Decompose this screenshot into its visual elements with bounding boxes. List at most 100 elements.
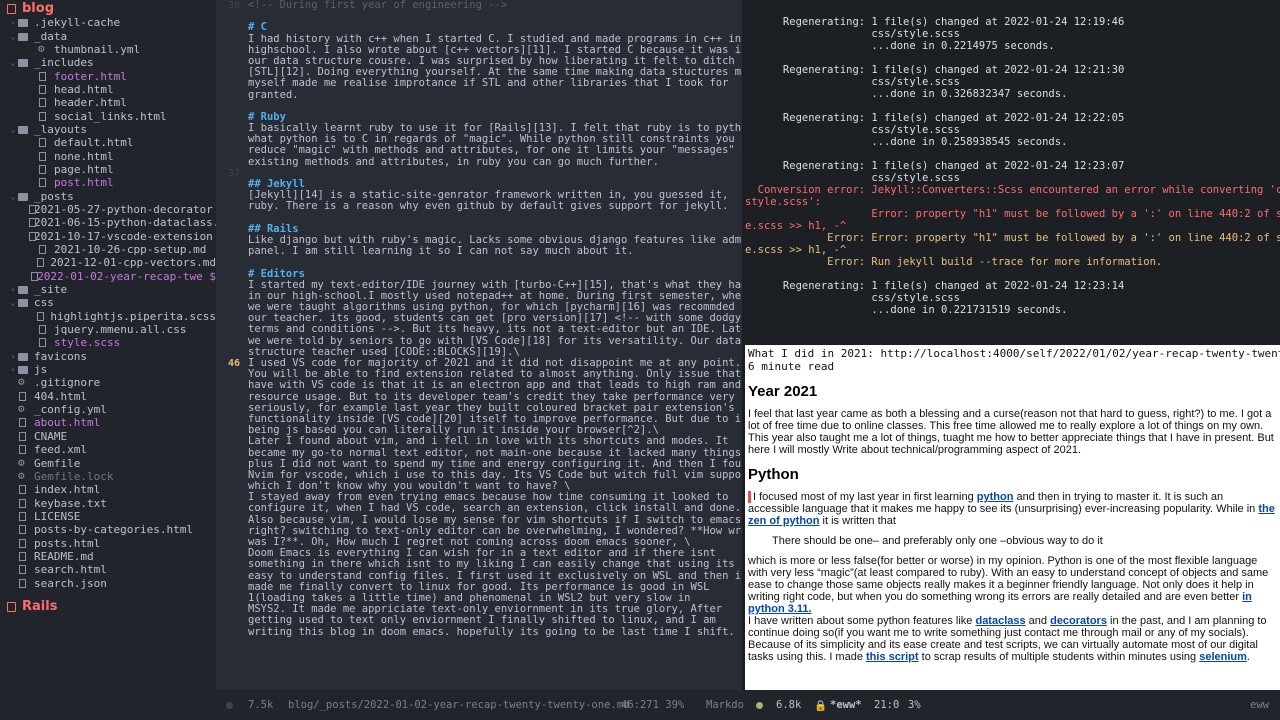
tree-file[interactable]: README.md (0, 550, 216, 563)
tree-folder[interactable]: › js (0, 363, 216, 376)
tree-file[interactable]: 2021-05-27-python-decorator $ (0, 203, 216, 216)
tree-item-label: posts-by-categories.html (34, 523, 193, 537)
line-number (216, 582, 244, 593)
tree-item-label: jquery.mmenu.all.css (54, 323, 187, 337)
config-file-icon (18, 469, 28, 482)
tree-file[interactable]: 2021-10-26-cpp-setup.md (0, 243, 216, 256)
link-this-script[interactable]: this script (866, 651, 919, 663)
line-number (216, 515, 244, 526)
file-icon (38, 245, 48, 255)
tree-file[interactable]: .gitignore (0, 375, 216, 389)
tree-file[interactable]: post.html (0, 176, 216, 189)
tree-file[interactable]: 2021-12-01-cpp-vectors.md (0, 256, 216, 269)
editor-text[interactable]: <!-- During first year of engineering --… (248, 0, 742, 638)
chevron-right-icon: › (10, 18, 16, 28)
tree-file[interactable]: 2022-01-02-year-recap-twe $ (0, 270, 216, 283)
tree-file[interactable]: none.html (0, 149, 216, 163)
tree-item-label: footer.html (54, 69, 127, 83)
folder-icon (18, 125, 28, 134)
tree-item-label: 2021-06-15-python-dataclass.$ (34, 216, 216, 230)
tree-file[interactable]: Gemfile (0, 456, 216, 470)
file-icon (38, 98, 48, 108)
file-icon (18, 538, 28, 548)
tree-file[interactable]: footer.html (0, 69, 216, 83)
tree-folder[interactable]: ⌄ _posts (0, 189, 216, 203)
tree-folder[interactable]: › favicons (0, 350, 216, 363)
tree-file[interactable]: feed.xml (0, 443, 216, 456)
project-name-2: Rails (22, 598, 58, 614)
line-number (216, 90, 244, 101)
tree-folder[interactable]: › _site (0, 283, 216, 296)
tree-file[interactable]: search.json (0, 576, 216, 590)
line-number (216, 145, 244, 156)
tree-file[interactable]: posts.html (0, 536, 216, 550)
tree-item-label: 2021-10-17-vscode-extension $ (34, 229, 216, 243)
code-line: getting used to text only enviornment I … (248, 614, 716, 627)
line-number (216, 78, 244, 89)
tree-item-label: _data (34, 29, 68, 43)
modeline-left-mode: Markdo (706, 699, 744, 711)
file-icon (18, 578, 28, 588)
tree-file[interactable]: index.html (0, 483, 216, 496)
file-icon (38, 178, 48, 188)
line-number (216, 403, 244, 414)
tree-file[interactable]: search.html (0, 563, 216, 576)
file-icon (38, 164, 48, 174)
tree-file[interactable]: page.html (0, 163, 216, 176)
tree-file[interactable]: head.html (0, 83, 216, 96)
tree-file[interactable]: keybase.txt (0, 496, 216, 510)
tree-item-label: 2022-01-02-year-recap-twe $ (37, 269, 216, 283)
modeline: 7.5k blog/_posts/2022-01-02-year-recap-t… (216, 690, 1280, 720)
tree-folder[interactable]: ⌄ _includes (0, 56, 216, 69)
eww-browser[interactable]: What I did in 2021: http://localhost:400… (745, 345, 1280, 690)
text-span: and (1025, 615, 1051, 627)
file-icon (18, 445, 28, 455)
tree-folder[interactable]: ⌄ css (0, 296, 216, 309)
modeline-left-position: 46:271 39% (621, 699, 685, 711)
markdown-editor[interactable]: 30 37 46 <!-- During first year of enginee… (216, 0, 742, 690)
paragraph-python-3: I have written about some python feature… (748, 615, 1277, 663)
lock-icon: 🔒 (814, 700, 828, 712)
tree-file[interactable]: jquery.mmenu.all.css (0, 323, 216, 336)
link-dataclass[interactable]: dataclass (975, 615, 1025, 627)
tree-item-label: .jekyll-cache (34, 16, 121, 30)
tree-file[interactable]: header.html (0, 96, 216, 109)
tree-file[interactable]: highlightjs.piperita.scss (0, 310, 216, 323)
tree-file[interactable]: Gemfile.lock (0, 469, 216, 483)
tree-file[interactable]: _config.yml (0, 402, 216, 416)
tree-file[interactable]: social_links.html (0, 109, 216, 123)
chevron-down-icon: ⌄ (10, 58, 16, 68)
project-header-blog[interactable]: blog (0, 0, 216, 16)
link-decorators[interactable]: decorators (1050, 615, 1107, 627)
line-number (216, 302, 244, 313)
tree-item-label: head.html (54, 82, 114, 96)
tree-file[interactable]: style.scss (0, 336, 216, 349)
project-header-rails[interactable]: Rails (0, 598, 57, 614)
tree-file[interactable]: 2021-10-17-vscode-extension $ (0, 230, 216, 243)
link-python[interactable]: python (977, 491, 1014, 503)
tree-file[interactable]: thumbnail.yml (0, 42, 216, 56)
tree-file[interactable]: 404.html (0, 390, 216, 403)
file-icon (18, 511, 28, 521)
file-icon (38, 338, 48, 348)
tree-folder[interactable]: › .jekyll-cache (0, 16, 216, 29)
tree-item-label: README.md (34, 549, 94, 563)
link-selenium[interactable]: selenium (1199, 651, 1247, 663)
tree-file[interactable]: CNAME (0, 430, 216, 443)
tree-file[interactable]: default.html (0, 136, 216, 149)
tree-file[interactable]: LICENSE (0, 510, 216, 523)
paragraph-python-2: which is more or less false(for better o… (748, 555, 1277, 615)
tree-folder[interactable]: ⌄ _data (0, 29, 216, 43)
chevron-down-icon: ⌄ (10, 298, 16, 308)
tree-file[interactable]: 2021-06-15-python-dataclass.$ (0, 216, 216, 229)
tree-item-label: _posts (34, 189, 74, 203)
line-number (216, 481, 244, 492)
tree-folder[interactable]: ⌄ _layouts (0, 123, 216, 136)
tree-file[interactable]: about.html (0, 416, 216, 429)
tree-item-label: _layouts (34, 122, 87, 136)
tree-file[interactable]: posts-by-categories.html (0, 523, 216, 536)
terminal-output[interactable]: Regenerating: 1 file(s) changed at 2022-… (745, 0, 1280, 345)
line-number (216, 22, 244, 33)
book-icon (6, 3, 17, 14)
